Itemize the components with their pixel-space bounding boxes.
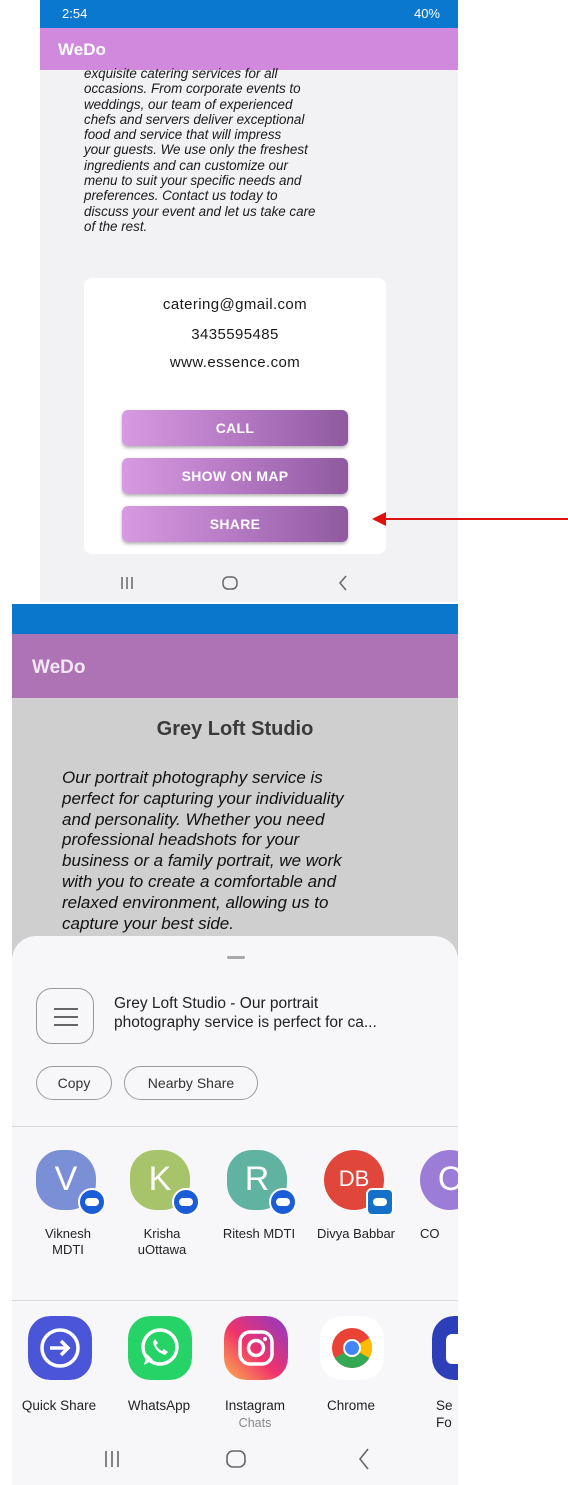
screenshot-bottom: WeDo Grey Loft Studio Our portrait photo… bbox=[12, 604, 458, 1485]
share-app-quick-share[interactable]: Quick Share bbox=[12, 1316, 106, 1426]
description-line: and personality. Whether you need bbox=[62, 809, 325, 829]
contact-name-line: Ritesh MDTI bbox=[222, 1226, 296, 1241]
share-button[interactable]: SHARE bbox=[122, 506, 348, 542]
contact-name-line: Krisha bbox=[143, 1226, 181, 1241]
description-line: discuss your event and let us take care bbox=[84, 203, 316, 219]
description-line: occasions. From corporate events to bbox=[84, 81, 301, 97]
screenshot-top: 2:54 40% WeDo exquisite catering service… bbox=[40, 0, 458, 602]
messages-badge-icon bbox=[78, 1188, 106, 1216]
share-app-secure-folder[interactable]: Se Fo bbox=[416, 1316, 458, 1430]
show-on-map-button[interactable]: SHOW ON MAP bbox=[122, 458, 348, 494]
secure-folder-icon bbox=[432, 1316, 458, 1380]
home-icon[interactable] bbox=[222, 576, 238, 590]
whatsapp-icon bbox=[128, 1316, 192, 1380]
description-line: relaxed environment, allowing us to bbox=[62, 892, 329, 912]
share-preview-text: Grey Loft Studio - Our portrait photogra… bbox=[114, 994, 444, 1032]
outlook-badge-icon bbox=[366, 1188, 394, 1216]
share-app-chrome[interactable]: Chrome bbox=[304, 1316, 398, 1426]
description-line: perfect for capturing your individuality bbox=[62, 788, 344, 808]
description-line: food and service that will impress bbox=[84, 127, 282, 143]
share-contact-viknesh[interactable]: V Viknesh MDTI bbox=[26, 1150, 110, 1257]
status-battery: 40% bbox=[413, 6, 440, 21]
contact-name-line: uOttawa bbox=[137, 1242, 187, 1257]
description-line: business or a family portrait, we work bbox=[62, 851, 342, 871]
share-app-instagram[interactable]: Instagram Chats bbox=[208, 1316, 302, 1430]
description-line: preferences. Contact us today to bbox=[84, 188, 278, 204]
service-title: Grey Loft Studio bbox=[156, 718, 314, 740]
description-line: weddings, our team of experienced bbox=[84, 96, 293, 112]
copy-chip[interactable]: Copy bbox=[36, 1066, 112, 1100]
app-title: WeDo bbox=[32, 657, 86, 678]
contact-phone[interactable]: 3435595485 bbox=[84, 326, 386, 343]
sheet-drag-handle[interactable] bbox=[227, 956, 245, 959]
annotation-arrow-line bbox=[382, 518, 568, 520]
system-nav-bar bbox=[12, 1432, 458, 1485]
system-nav-bar bbox=[40, 566, 458, 602]
share-contact-divya[interactable]: DB Divya Babbar bbox=[314, 1150, 398, 1250]
menu-icon bbox=[36, 988, 94, 1044]
back-icon[interactable] bbox=[358, 1448, 370, 1470]
description-line: professional headshots for your bbox=[62, 830, 300, 850]
service-description: exquisite catering services for all occa… bbox=[84, 66, 414, 234]
quick-share-icon bbox=[28, 1316, 92, 1380]
recent-apps-icon[interactable] bbox=[120, 576, 134, 590]
service-description: Our portrait photography service is perf… bbox=[62, 768, 412, 934]
description-line: with you to create a comfortable and bbox=[62, 871, 337, 891]
status-time: 2:54 bbox=[62, 6, 88, 21]
divider bbox=[12, 1126, 458, 1127]
call-button[interactable]: CALL bbox=[122, 410, 348, 446]
description-line: of the rest. bbox=[84, 218, 148, 234]
status-bar: 2:54 40% bbox=[40, 0, 458, 28]
description-line: Our portrait photography service is bbox=[62, 768, 323, 787]
back-icon[interactable] bbox=[338, 575, 348, 591]
description-line: capture your best side. bbox=[62, 913, 234, 933]
chrome-icon bbox=[320, 1316, 384, 1380]
contact-name-line: MDTI bbox=[52, 1242, 84, 1257]
nearby-share-chip[interactable]: Nearby Share bbox=[124, 1066, 258, 1100]
contact-card: catering@gmail.com 3435595485 www.essenc… bbox=[84, 278, 386, 554]
share-app-whatsapp[interactable]: WhatsApp bbox=[112, 1316, 206, 1426]
app-label: Quick Share bbox=[21, 1398, 97, 1413]
share-sheet: Grey Loft Studio - Our portrait photogra… bbox=[12, 936, 458, 1485]
home-icon[interactable] bbox=[226, 1450, 246, 1468]
contact-name-line: Viknesh bbox=[44, 1226, 91, 1241]
contact-website[interactable]: www.essence.com bbox=[84, 354, 386, 371]
share-preview-line: photography service is perfect for ca... bbox=[114, 1014, 377, 1031]
description-line: menu to suit your specific needs and bbox=[84, 173, 302, 189]
description-line: chefs and servers deliver exceptional bbox=[84, 111, 305, 127]
app-label: Instagram bbox=[224, 1398, 286, 1413]
app-sublabel: Chats bbox=[238, 1416, 272, 1430]
app-label: WhatsApp bbox=[127, 1398, 191, 1413]
share-contact-ritesh[interactable]: R Ritesh MDTI bbox=[217, 1150, 301, 1250]
recent-apps-icon[interactable] bbox=[104, 1450, 120, 1468]
divider bbox=[12, 1300, 458, 1301]
description-line: your guests. We use only the freshest bbox=[84, 142, 308, 158]
status-bar bbox=[12, 604, 458, 634]
contact-name-line: Divya Babbar bbox=[316, 1226, 396, 1241]
contact-email[interactable]: catering@gmail.com bbox=[84, 296, 386, 313]
instagram-icon bbox=[224, 1316, 288, 1380]
app-label: Se bbox=[436, 1398, 453, 1413]
annotation-arrow-head bbox=[372, 512, 386, 526]
app-bar: WeDo bbox=[12, 634, 458, 698]
description-line: exquisite catering services for all bbox=[84, 66, 278, 81]
contact-name-line: CO bbox=[420, 1226, 440, 1241]
app-sublabel: Fo bbox=[436, 1415, 452, 1430]
app-bar: WeDo bbox=[40, 28, 458, 70]
share-contact-krisha[interactable]: K Krisha uOttawa bbox=[120, 1150, 204, 1257]
app-label: Chrome bbox=[326, 1398, 375, 1413]
description-line: ingredients and can customize our bbox=[84, 157, 288, 173]
messages-badge-icon bbox=[172, 1188, 200, 1216]
app-title: WeDo bbox=[58, 40, 106, 59]
avatar: C bbox=[420, 1150, 458, 1210]
messages-badge-icon bbox=[269, 1188, 297, 1216]
share-contact-co[interactable]: C CO bbox=[410, 1150, 458, 1250]
share-preview-line: Grey Loft Studio - Our portrait bbox=[114, 995, 319, 1012]
